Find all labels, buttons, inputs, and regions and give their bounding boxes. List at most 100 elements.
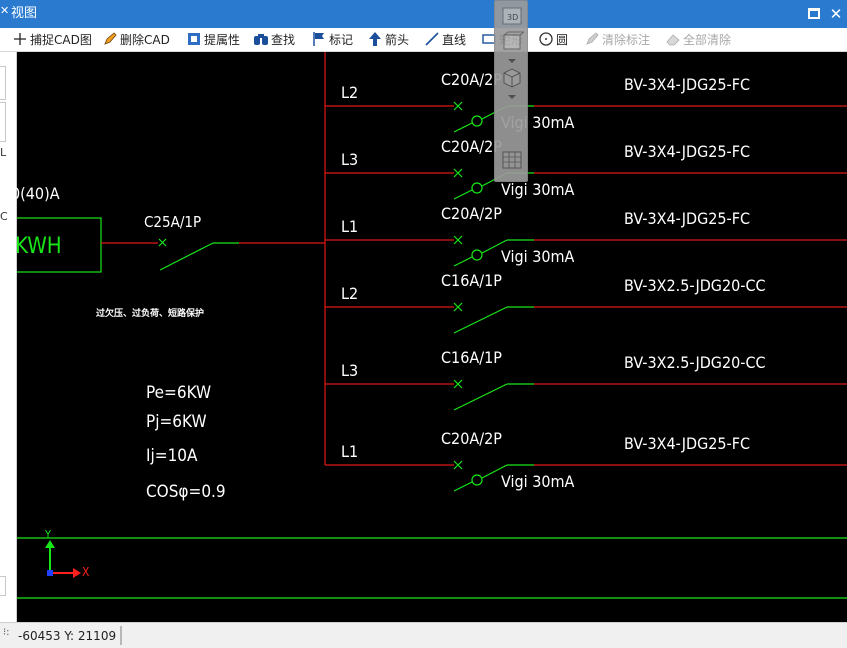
view-iso-dropdown-button[interactable] — [500, 89, 524, 103]
meter-rating-text: 0(40)A — [11, 184, 60, 203]
circuit-rcd-label: Vigi 30mA — [501, 180, 575, 199]
cube-iso-icon — [503, 68, 521, 88]
mark-label: 标记 — [329, 33, 354, 47]
clear-mark-label: 清除标注 — [602, 33, 651, 47]
pj-text: Pj=6KW — [146, 412, 207, 432]
toolbar: 捕捉CAD图 删除CAD 提属性 查找 标记 箭头 直线 矩形 圆 清除标注 全 — [0, 28, 847, 52]
circuit-breaker-label: C16A/1P — [441, 348, 502, 367]
breaker-switch-blade — [453, 481, 473, 492]
cube-front-icon — [503, 31, 526, 50]
main-breaker-switch — [159, 242, 214, 271]
circuit-breaker-label: C20A/2P — [441, 429, 502, 448]
breaker-switch-blade — [453, 189, 473, 200]
breaker-switch-blade — [453, 256, 473, 267]
axis-x-label: X — [82, 565, 90, 579]
breaker-x-mark — [453, 168, 463, 178]
side-panel-field[interactable] — [0, 66, 6, 100]
side-panel-field[interactable] — [0, 576, 6, 596]
clear-mark-icon — [586, 32, 599, 45]
maximize-button[interactable] — [804, 4, 824, 24]
crosshair-icon — [14, 33, 26, 45]
clear-all-label: 全部清除 — [683, 33, 732, 47]
left-side-panel: L C — [0, 52, 17, 622]
breaker-x-mark — [453, 379, 463, 389]
line-label: 直线 — [442, 33, 467, 47]
flag-icon — [313, 32, 324, 46]
ij-text: Ij=10A — [146, 446, 198, 466]
maximize-icon — [808, 8, 820, 19]
main-breaker-mark — [158, 238, 167, 247]
axis-y-label: Y — [45, 528, 52, 541]
arrow-up-icon — [369, 32, 381, 46]
circuit-cable-label: BV-3X4-JDG25-FC — [624, 209, 751, 228]
clear-all-button[interactable]: 全部清除 — [665, 31, 731, 49]
circuit-breaker-label: C20A/2P — [441, 204, 502, 223]
view-3d-button[interactable]: 3D — [500, 5, 524, 27]
window-title: 视图 — [11, 6, 38, 21]
find-label: 查找 — [271, 33, 296, 47]
pin-icon[interactable]: ✕ — [0, 3, 9, 19]
binoculars-icon — [254, 34, 268, 45]
circuit-phase-label: L2 — [341, 284, 359, 303]
rcd-circle — [471, 115, 483, 127]
title-bar: ✕ 视图 ✕ — [0, 0, 847, 28]
eraser-icon — [666, 34, 680, 46]
view-grid-button[interactable] — [500, 149, 524, 171]
cos-text: COSφ=0.9 — [146, 482, 226, 502]
circle-icon — [539, 32, 553, 46]
arrow-label: 箭头 — [385, 33, 410, 47]
circuit-breaker-label: C16A/1P — [441, 271, 502, 290]
circuits-group — [325, 101, 847, 492]
view-iso-button[interactable] — [500, 67, 524, 89]
circuit-phase-label: L3 — [341, 361, 359, 380]
circuit-rcd-label: Vigi 30mA — [501, 247, 575, 266]
circuit-cable-label: BV-3X4-JDG25-FC — [624, 434, 751, 453]
status-bar: ⁝: -60453 Y: 21109 — [0, 622, 847, 648]
circuit-phase-label: L2 — [341, 83, 359, 102]
view-toolbar: 3D — [494, 0, 528, 182]
view-dropdown-button[interactable] — [500, 53, 524, 67]
circle-label: 圆 — [556, 33, 569, 47]
circuit-cable-label: BV-3X4-JDG25-FC — [624, 142, 751, 161]
rcd-circle — [471, 249, 483, 261]
ucs-x-arrow — [73, 568, 81, 578]
status-separator — [120, 626, 122, 645]
pe-text: Pe=6KW — [146, 383, 212, 403]
circle-button[interactable]: 圆 — [538, 31, 568, 49]
circuit-breaker-label: C20A/2P — [441, 137, 502, 156]
circuit-cable-label: BV-3X2.5-JDG20-CC — [624, 276, 766, 295]
meter-label-text: KWH — [15, 234, 62, 259]
main-breaker-text: C25A/1P — [144, 213, 202, 231]
side-panel-char: C — [0, 210, 8, 223]
capture-cad-label: 捕捉CAD图 — [30, 33, 92, 47]
chevron-down-icon — [508, 59, 516, 63]
circuit-breaker-label: C20A/2P — [441, 70, 502, 89]
rcd-circle — [471, 182, 483, 194]
grip-icon: ⁝: — [3, 627, 10, 638]
side-panel-char: L — [0, 146, 7, 159]
circuit-cable-label: BV-3X2.5-JDG20-CC — [624, 353, 766, 372]
breaker-x-mark — [453, 101, 463, 111]
delete-cad-button[interactable]: 删除CAD — [102, 31, 170, 49]
capture-cad-button[interactable]: 捕捉CAD图 — [12, 31, 92, 49]
chevron-down-icon — [508, 95, 516, 99]
delete-cad-label: 删除CAD — [120, 33, 170, 47]
extract-icon — [188, 33, 200, 45]
close-button[interactable]: ✕ — [826, 4, 846, 24]
cad-drawing-canvas[interactable]: 0(40)A KWH C25A/1P 过欠压、过负荷、短路保护 Pe=6KW P… — [11, 52, 847, 622]
ucs-origin — [47, 570, 53, 576]
schematic-drawing — [17, 52, 847, 599]
clear-mark-button[interactable]: 清除标注 — [584, 31, 650, 49]
find-button[interactable]: 查找 — [253, 31, 295, 49]
line-button[interactable]: 直线 — [424, 31, 466, 49]
breaker-x-mark — [453, 460, 463, 470]
circuit-cable-label: BV-3X4-JDG25-FC — [624, 75, 751, 94]
view-front-button[interactable] — [500, 31, 526, 53]
side-panel-field[interactable] — [0, 102, 6, 142]
circuit-phase-label: L1 — [341, 217, 359, 236]
line-icon — [425, 32, 439, 46]
mark-button[interactable]: 标记 — [311, 31, 353, 49]
arrow-button[interactable]: 箭头 — [367, 31, 409, 49]
rcd-circle — [471, 474, 483, 486]
extract-attr-button[interactable]: 提属性 — [186, 31, 240, 49]
